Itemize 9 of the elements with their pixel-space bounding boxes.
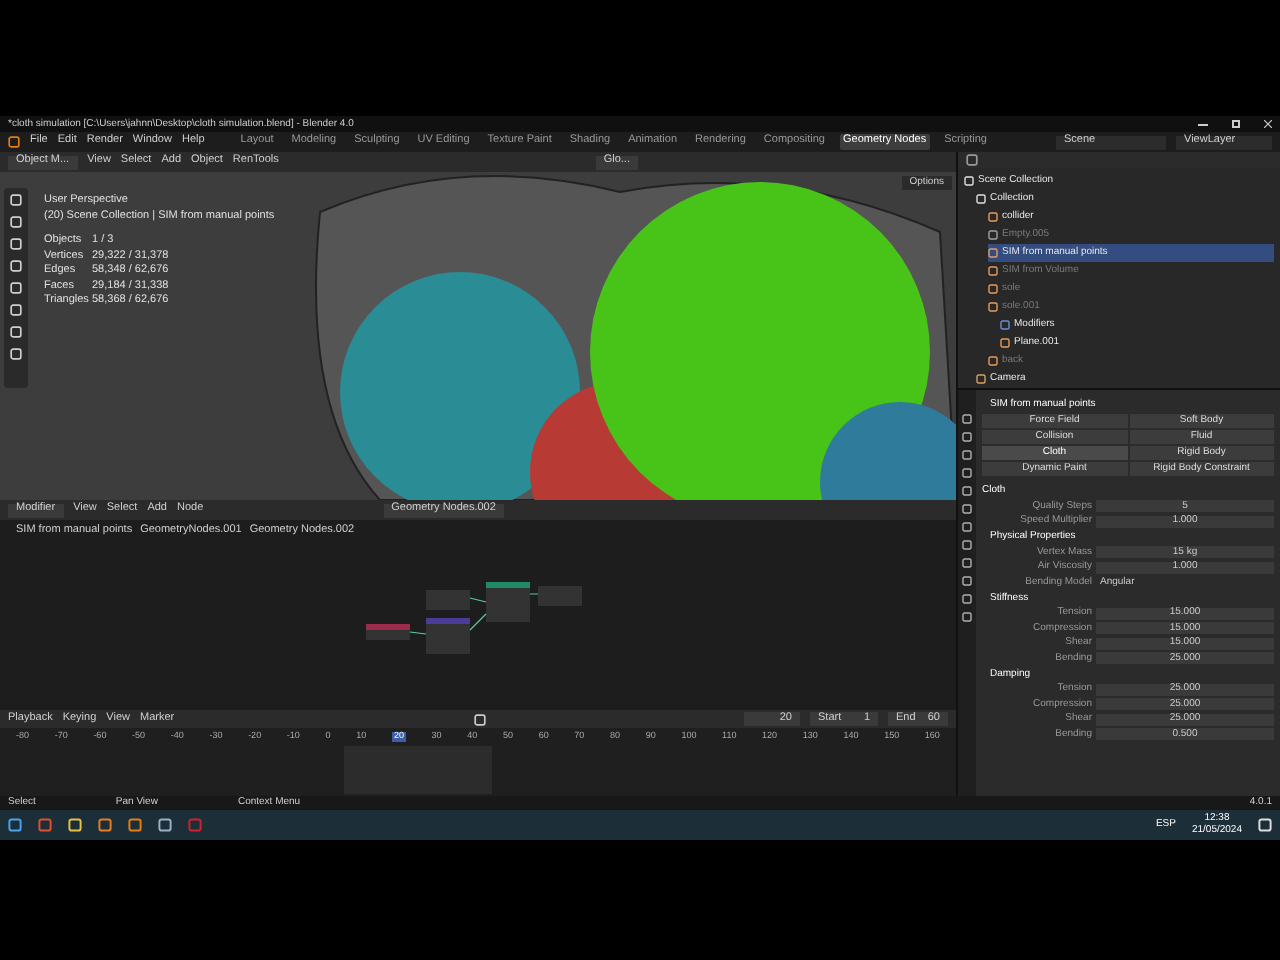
app-icon bbox=[188, 818, 202, 832]
app-icon bbox=[68, 818, 82, 832]
app-icon bbox=[128, 818, 142, 832]
minimize-icon[interactable] bbox=[1198, 123, 1208, 125]
app-icon bbox=[38, 818, 52, 832]
close-icon[interactable] bbox=[1264, 120, 1272, 128]
maximize-icon[interactable] bbox=[1232, 120, 1240, 128]
app-icon bbox=[158, 818, 172, 832]
app-icon bbox=[98, 818, 112, 832]
